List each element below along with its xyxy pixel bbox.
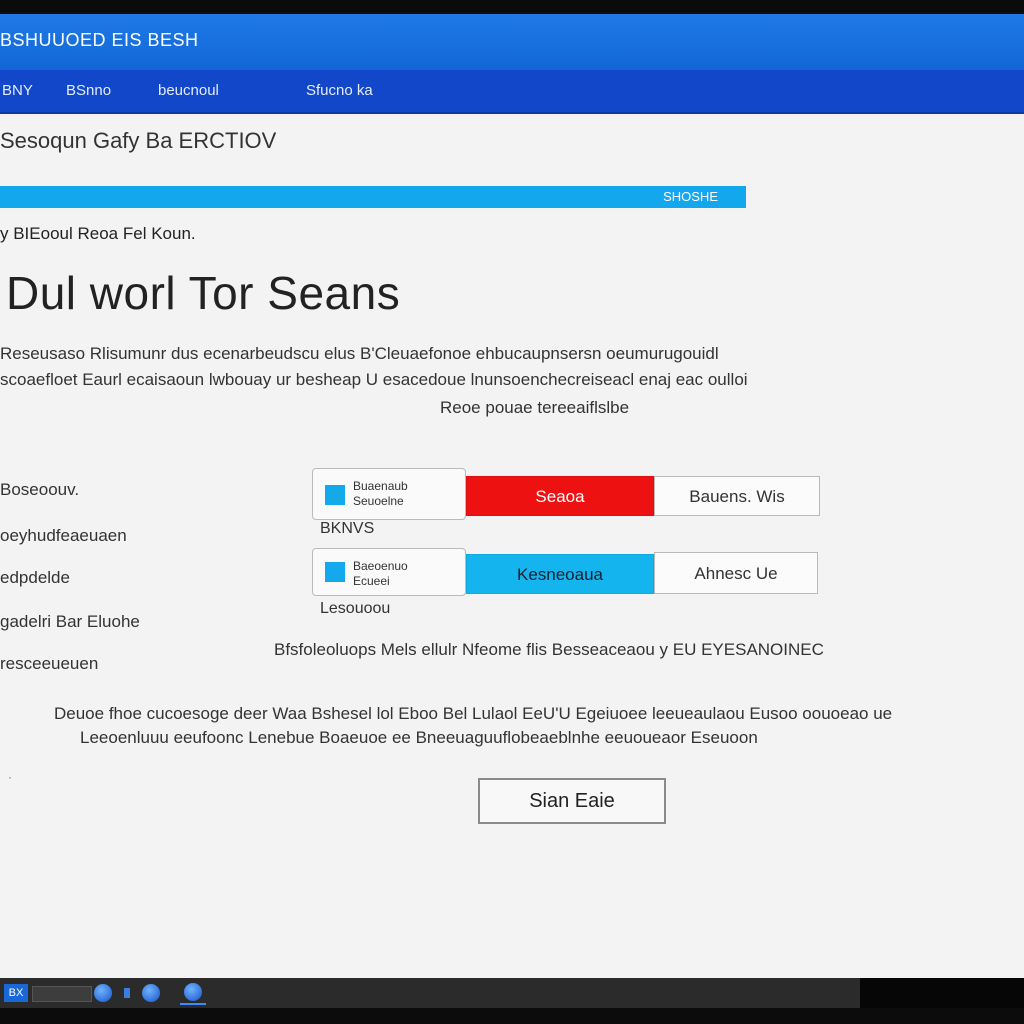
menu-bar: BNY BSnno beucnoul Sfucno ka [0, 70, 1024, 114]
intro-line-3: Reoe pouae tereeaiflslbe [440, 398, 630, 417]
active-app-slot[interactable] [180, 983, 206, 1005]
option-card-2[interactable]: Baeoenuo Ecueei [312, 548, 466, 596]
menu-item-3[interactable]: beucnoul [158, 82, 219, 99]
progress-bar: SHOSHE [0, 186, 746, 208]
progress-fill [0, 186, 746, 208]
option-2-line2: Ecueei [353, 574, 390, 588]
window-title: BSHUUOED EIS BESH [0, 30, 199, 50]
section-label: y BIEooul Reoa Fel Koun. [0, 224, 196, 243]
form-label-5: resceeueuen [0, 654, 99, 673]
form-label-3: edpdelde [0, 568, 70, 587]
page-title: Dul worl Tor Seans [6, 267, 401, 319]
taskbar: BX [0, 978, 860, 1008]
footer-line-2: Leeoenluuu eeufoonc Lenebue Boaeuoe ee B… [80, 728, 758, 747]
dot-mark: · [8, 770, 12, 784]
globe-icon [184, 983, 202, 1001]
form-label-2: oeyhudfeaeuaen [0, 526, 127, 545]
browser-icon[interactable] [94, 984, 112, 1002]
note-line: Bfsfoleoluops Mels ellulr Nfeome flis Be… [274, 640, 824, 659]
option-2-swatch-icon [325, 562, 345, 582]
start-button[interactable]: BX [4, 984, 28, 1002]
option-1-line2: Seuoelne [353, 494, 404, 508]
page-heading: Sesoqun Gafy Ba ERCTIOV [0, 128, 277, 153]
option-card-1[interactable]: Buaenaub Seuoelne [312, 468, 466, 520]
title-bar: BSHUUOED EIS BESH [0, 14, 1024, 70]
form-label-1: Boseoouv. [0, 480, 80, 499]
pin-icon[interactable] [124, 988, 130, 998]
row-2-highlight[interactable]: Kesneoaua [466, 554, 654, 594]
menu-item-1[interactable]: BNY [2, 82, 33, 99]
row-2-value: Ahnesc Ue [654, 552, 818, 594]
option-1-swatch-icon [325, 485, 345, 505]
intro-line-1: Reseusaso Rlisumunr dus ecenarbeudscu el… [0, 344, 719, 363]
taskbar-search-box[interactable] [32, 986, 92, 1002]
taskbar-tray [860, 978, 1024, 1008]
monitor-bezel-bottom [0, 1008, 1024, 1024]
option-2-caption: Lesouoou [320, 600, 391, 617]
submit-button[interactable]: Sian Eaie [478, 778, 666, 824]
row-1-highlight[interactable]: Seaoa [466, 476, 654, 516]
option-1-line1: Buaenaub [353, 479, 408, 493]
monitor-bezel-top [0, 0, 1024, 14]
menu-item-2[interactable]: BSnno [66, 82, 111, 99]
option-1-text: Buaenaub Seuoelne [353, 479, 408, 509]
main-content: Sesoqun Gafy Ba ERCTIOV SHOSHE y BIEooul… [0, 114, 1024, 978]
menu-item-4[interactable]: Sfucno ka [306, 82, 373, 99]
screen: BSHUUOED EIS BESH BNY BSnno beucnoul Sfu… [0, 14, 1024, 978]
form-label-4: gadelri Bar Eluohe [0, 612, 140, 631]
option-2-line1: Baeoenuo [353, 559, 408, 573]
intro-line-2: scoaefloet Eaurl ecaisaoun lwbouay ur be… [0, 370, 748, 389]
app-icon[interactable] [142, 984, 160, 1002]
row-1-value: Bauens. Wis [654, 476, 820, 516]
progress-label: SHOSHE [663, 189, 718, 204]
option-2-text: Baeoenuo Ecueei [353, 559, 408, 589]
footer-line-1: Deuoe fhoe cucoesoge deer Waa Bshesel lo… [54, 704, 893, 723]
option-1-caption: BKNVS [320, 520, 375, 537]
